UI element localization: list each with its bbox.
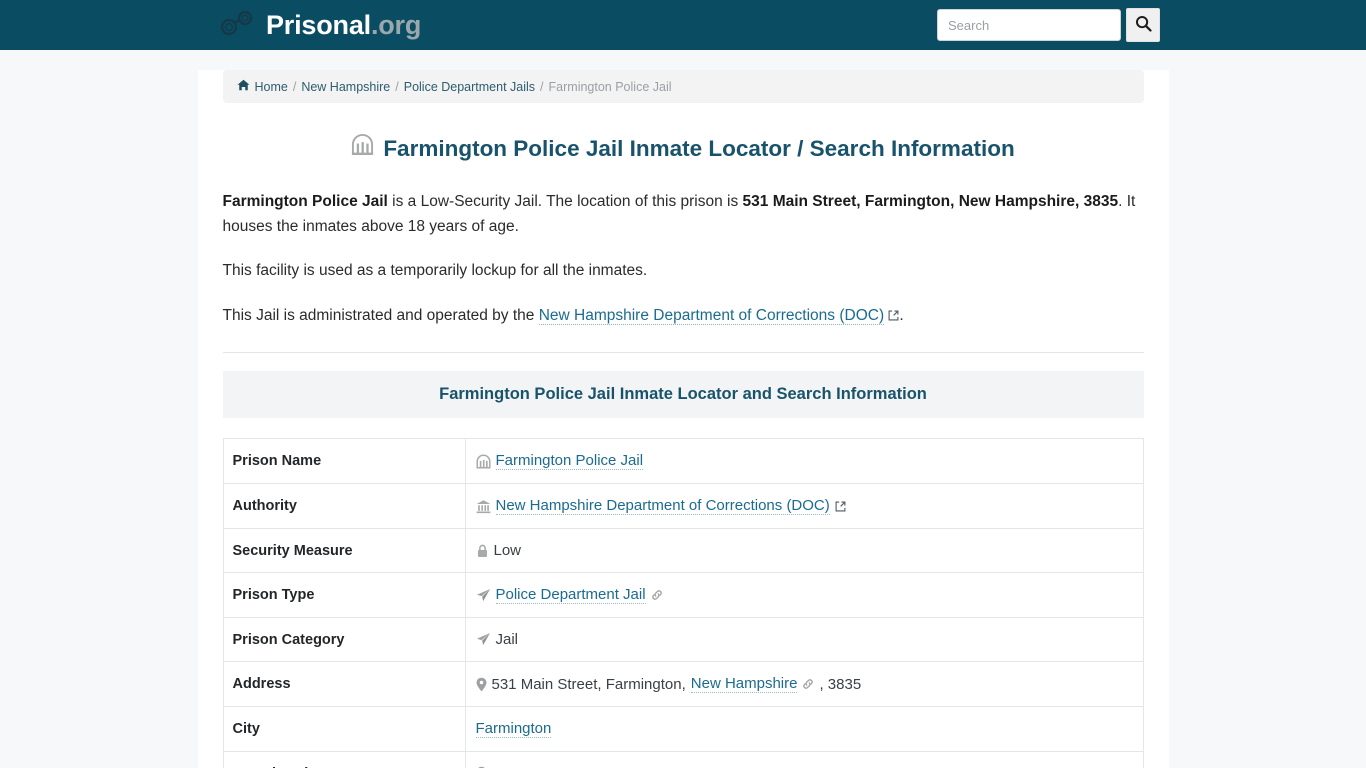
table-row: Prison Type Police Department Jail (222, 572, 1144, 618)
intro-paragraph-2: This facility is used as a temporarily l… (222, 262, 648, 280)
jail-cell-icon (476, 454, 491, 469)
intro-p3-part2: . (899, 306, 904, 324)
address-street-text: 531 Main Street, Farmington, (491, 675, 686, 693)
page-background: Home / New Hampshire / Police Department… (0, 70, 1366, 768)
page-title-text: Farmington Police Jail Inmate Locator / … (383, 135, 1015, 161)
external-link-icon (835, 501, 846, 512)
table-row: Address 531 Main Street, Farmington, New… (222, 661, 1144, 707)
table-row: Prison Name Farmington Police Jail (222, 438, 1144, 484)
paper-plane-icon (476, 588, 491, 603)
row-value-prison-category: Jail (465, 617, 1144, 662)
row-label-postal-code: Postal Code (222, 751, 466, 768)
breadcrumb-item-current: Farmington Police Jail (548, 79, 672, 94)
row-label-city: City (222, 706, 466, 752)
row-value-city: Farmington (465, 706, 1144, 752)
top-navbar: Prisonal.org (0, 0, 1366, 50)
row-label-address: Address (222, 661, 466, 707)
jail-cell-icon (351, 133, 374, 163)
search-input[interactable] (937, 9, 1121, 41)
prison-category-value: Jail (495, 631, 519, 649)
brand-logo-link[interactable]: Prisonal.org (220, 10, 421, 41)
city-link[interactable]: Farmington (475, 720, 552, 739)
row-label-prison-type: Prison Type (222, 572, 466, 618)
brand-name-text: Prisonal (266, 9, 371, 40)
row-value-postal-code: 3835 (465, 751, 1144, 768)
intro-text-block: Farmington Police Jail is a Low-Security… (223, 190, 1144, 328)
breadcrumb: Home / New Hampshire / Police Department… (222, 70, 1144, 103)
prison-name-link[interactable]: Farmington Police Jail (495, 452, 644, 471)
breadcrumb-separator: / (292, 79, 297, 94)
search-icon (1135, 15, 1152, 35)
table-row: City Farmington (222, 706, 1144, 752)
chain-link-icon (802, 678, 814, 690)
paper-plane-icon (476, 632, 491, 647)
security-measure-value: Low (493, 542, 522, 560)
intro-address: 531 Main Street, Farmington, New Hampshi… (742, 193, 1119, 211)
breadcrumb-separator: / (540, 79, 544, 94)
breadcrumb-separator: / (395, 79, 399, 94)
bank-icon (476, 499, 491, 514)
section-divider (222, 352, 1144, 354)
brand-name: Prisonal.org (266, 10, 421, 41)
search-button[interactable] (1126, 8, 1160, 42)
breadcrumb-item-new-hampshire[interactable]: New Hampshire (301, 80, 390, 94)
intro-paragraph-1: Farmington Police Jail is a Low-Security… (223, 190, 1144, 239)
doc-authority-link[interactable]: New Hampshire Department of Corrections … (538, 306, 885, 325)
table-row: Postal Code 3835 (222, 751, 1144, 768)
prison-info-table: Prison Name Farmington Police Jail Autho… (222, 438, 1144, 768)
brand-tld-text: .org (370, 9, 422, 40)
table-row: Security Measure Low (222, 528, 1144, 573)
address-postal-text: , 3835 (819, 675, 862, 693)
row-value-authority: New Hampshire Department of Corrections … (465, 483, 1144, 529)
intro-p1-part1: is a Low-Security Jail. The location of … (387, 193, 743, 211)
address-state-link[interactable]: New Hampshire (690, 675, 798, 694)
external-link-icon (884, 304, 899, 328)
table-caption: Farmington Police Jail Inmate Locator an… (222, 371, 1144, 419)
intro-paragraph-3: This Jail is administrated and operated … (223, 304, 1144, 328)
search-area (937, 8, 1160, 42)
breadcrumb-item-home[interactable]: Home (255, 80, 288, 94)
authority-link[interactable]: New Hampshire Department of Corrections … (495, 497, 830, 516)
row-value-prison-name: Farmington Police Jail (465, 438, 1144, 484)
row-label-prison-name: Prison Name (222, 438, 466, 484)
row-value-address: 531 Main Street, Farmington, New Hampshi… (465, 661, 1144, 707)
row-label-authority: Authority (222, 483, 466, 529)
table-row: Prison Category Jail (222, 617, 1144, 662)
row-value-prison-type: Police Department Jail (465, 572, 1144, 618)
row-value-security-measure: Low (465, 528, 1144, 573)
chain-link-icon (651, 589, 663, 601)
intro-prison-name: Farmington Police Jail (222, 193, 388, 211)
content-container: Home / New Hampshire / Police Department… (197, 70, 1169, 768)
row-label-security-measure: Security Measure (222, 528, 466, 573)
page-title: Farmington Police Jail Inmate Locator / … (223, 133, 1144, 163)
breadcrumb-item-police-department-jails[interactable]: Police Department Jails (404, 80, 535, 94)
home-icon (237, 79, 250, 94)
intro-p3-part1: This Jail is administrated and operated … (222, 306, 539, 324)
lock-icon (476, 544, 489, 558)
handcuffs-icon (220, 10, 254, 41)
table-row: Authority New Hampshire Department of Co… (222, 483, 1144, 529)
row-label-prison-category: Prison Category (222, 617, 466, 662)
map-pin-icon (476, 677, 487, 692)
prison-type-link[interactable]: Police Department Jail (495, 586, 646, 605)
